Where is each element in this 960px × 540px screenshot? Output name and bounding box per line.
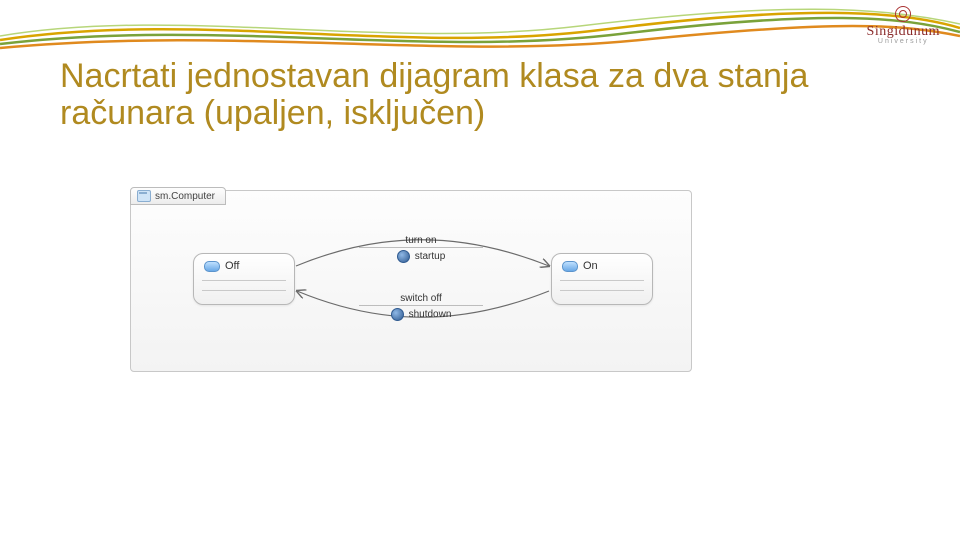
university-logo: Singidunum University [867,6,940,45]
header-waves [0,0,960,60]
transition-effect: startup [415,251,446,262]
state-on[interactable]: On [551,253,653,305]
transition-switch-off[interactable]: switch off shutdown [351,293,491,321]
logo-mark-icon [895,6,911,22]
transition-trigger: turn on [351,235,491,246]
transition-trigger: switch off [351,293,491,304]
transition-effect: shutdown [409,309,452,320]
state-icon [562,261,578,272]
slide-title: Nacrtati jednostavan dijagram klasa za d… [60,58,880,133]
diagram-canvas: sm.Computer Off On turn on [130,190,692,372]
state-off[interactable]: Off [193,253,295,305]
state-icon [204,261,220,272]
state-on-label: On [583,260,598,272]
transition-turn-on[interactable]: turn on startup [351,235,491,263]
state-off-label: Off [225,260,239,272]
gear-icon [391,308,404,321]
gear-icon [397,250,410,263]
